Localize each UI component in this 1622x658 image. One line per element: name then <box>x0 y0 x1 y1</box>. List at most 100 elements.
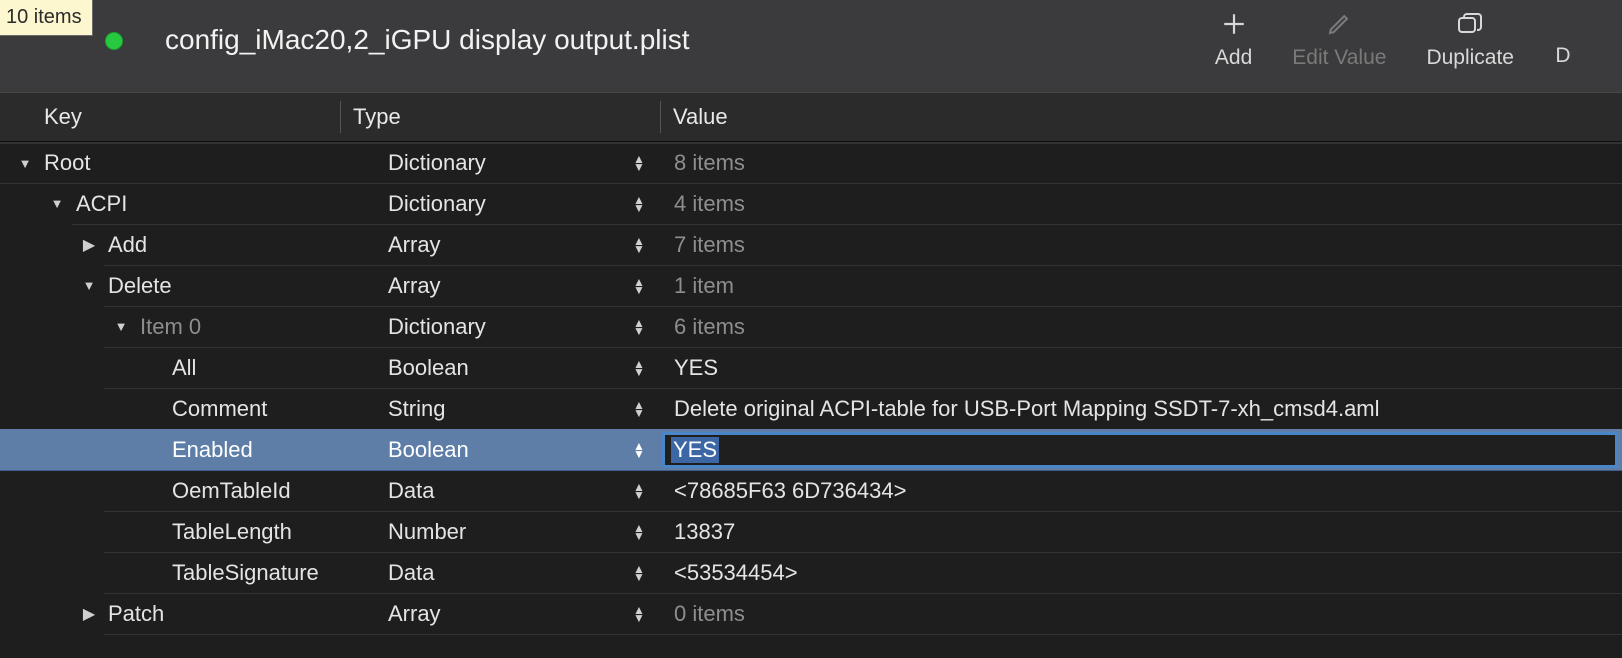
type-stepper[interactable]: ▲▼ <box>618 196 660 212</box>
type-stepper[interactable]: ▲▼ <box>618 565 660 581</box>
type-stepper[interactable]: ▲▼ <box>618 442 660 458</box>
tree-row[interactable]: ▼ Item 0 Dictionary ▲▼ 6 items <box>0 306 1622 347</box>
type-cell[interactable]: Dictionary <box>340 150 618 176</box>
value-cell[interactable]: 4 items <box>660 191 1622 217</box>
type-cell[interactable]: Data <box>340 478 618 504</box>
type-cell[interactable]: Number <box>340 519 618 545</box>
chevron-right-icon[interactable]: ▶ <box>80 604 98 624</box>
key-cell[interactable]: OemTableId <box>0 478 340 504</box>
value-cell[interactable]: Delete original ACPI-table for USB-Port … <box>660 396 1622 422</box>
add-button[interactable]: Add <box>1215 8 1252 70</box>
column-headers: Key Type Value <box>0 92 1622 142</box>
key-cell[interactable]: Enabled <box>0 437 340 463</box>
type-cell[interactable]: String <box>340 396 618 422</box>
key-cell[interactable]: TableSignature <box>0 560 340 586</box>
value-cell[interactable]: <78685F63 6D736434> <box>660 478 1622 504</box>
chevron-down-icon[interactable]: ▼ <box>80 278 98 293</box>
plus-icon <box>1221 8 1247 40</box>
key-label: Item 0 <box>140 314 201 340</box>
key-cell[interactable]: ▼ACPI <box>0 191 340 217</box>
key-cell[interactable]: Comment <box>0 396 340 422</box>
key-cell[interactable]: ▶Add <box>0 232 340 258</box>
key-label: Enabled <box>172 437 253 463</box>
key-cell[interactable]: ▼ Root <box>0 150 340 176</box>
value-edit-field[interactable]: YES <box>662 432 1618 468</box>
chevron-right-icon[interactable]: ▶ <box>80 235 98 255</box>
tree-row[interactable]: AllBoolean▲▼YES <box>0 347 1622 388</box>
duplicate-button[interactable]: Duplicate <box>1426 8 1514 70</box>
key-cell[interactable]: ▶Patch <box>0 601 340 627</box>
tree-row[interactable]: ▼ACPIDictionary ▲▼ 4 items <box>0 183 1622 224</box>
value-cell[interactable]: 7 items <box>660 232 1622 258</box>
type-cell[interactable]: Data <box>340 560 618 586</box>
stepper-icon: ▲▼ <box>633 196 645 212</box>
key-label: Comment <box>172 396 267 422</box>
toolbar-partial-button[interactable]: D <box>1554 8 1572 68</box>
type-stepper[interactable]: ▲▼ <box>618 360 660 376</box>
value-cell[interactable]: YES <box>660 430 1622 470</box>
stepper-icon: ▲▼ <box>633 319 645 335</box>
type-stepper[interactable]: ▲▼ <box>618 483 660 499</box>
stepper-icon: ▲▼ <box>633 565 645 581</box>
stepper-icon: ▲▼ <box>633 606 645 622</box>
edit-value-button[interactable]: Edit Value <box>1292 8 1386 70</box>
type-stepper[interactable]: ▲▼ <box>618 278 660 294</box>
traffic-light-green-icon[interactable] <box>105 32 123 50</box>
tree-row[interactable]: ▶AddArray ▲▼ 7 items <box>0 224 1622 265</box>
type-stepper[interactable]: ▲▼ <box>618 524 660 540</box>
plist-tree[interactable]: ▼RootDictionary▲▼8 items▼ACPIDictionary▲… <box>0 142 1622 634</box>
stepper-icon: ▲▼ <box>633 401 645 417</box>
type-cell[interactable]: Array <box>340 232 618 258</box>
type-stepper[interactable]: ▲▼ <box>618 237 660 253</box>
key-cell[interactable]: All <box>0 355 340 381</box>
type-stepper[interactable]: ▲▼ <box>618 155 660 171</box>
value-cell[interactable]: 1 item <box>660 273 1622 299</box>
chevron-down-icon[interactable]: ▼ <box>48 196 66 211</box>
type-stepper[interactable]: ▲▼ <box>618 401 660 417</box>
value-cell[interactable]: YES <box>660 355 1622 381</box>
key-label: TableLength <box>172 519 292 545</box>
chevron-down-icon[interactable]: ▼ <box>16 156 34 171</box>
column-header-type[interactable]: Type <box>340 101 660 133</box>
duplicate-label: Duplicate <box>1426 46 1514 70</box>
titlebar: 10 items config_iMac20,2_iGPU display ou… <box>0 0 1622 92</box>
stepper-icon: ▲▼ <box>633 524 645 540</box>
key-label: Root <box>44 150 90 176</box>
type-stepper[interactable]: ▲▼ <box>618 319 660 335</box>
value-cell[interactable]: 8 items <box>660 150 1622 176</box>
tree-row[interactable]: Enabled Boolean ▲▼ YES <box>0 429 1622 470</box>
value-cell[interactable]: 13837 <box>660 519 1622 545</box>
edit-value-label: Edit Value <box>1292 46 1386 70</box>
type-cell[interactable]: Boolean <box>340 355 618 381</box>
type-cell[interactable]: Array <box>340 273 618 299</box>
key-cell[interactable]: ▼ Item 0 <box>0 314 340 340</box>
value-cell[interactable]: <53534454> <box>660 560 1622 586</box>
tree-row[interactable]: TableLength Number ▲▼ 13837 <box>0 511 1622 552</box>
key-cell[interactable]: ▼Delete <box>0 273 340 299</box>
stepper-icon: ▲▼ <box>633 278 645 294</box>
stepper-icon: ▲▼ <box>633 237 645 253</box>
type-cell[interactable]: Boolean <box>340 437 618 463</box>
type-cell[interactable]: Array <box>340 601 618 627</box>
tree-row[interactable]: ▶PatchArray ▲▼ 0 items <box>0 593 1622 634</box>
value-cell[interactable]: 0 items <box>660 601 1622 627</box>
column-header-key[interactable]: Key <box>0 104 340 130</box>
key-cell[interactable]: TableLength <box>0 519 340 545</box>
partial-icon <box>1554 8 1572 38</box>
stepper-icon: ▲▼ <box>633 155 645 171</box>
tree-row[interactable]: Comment String ▲▼ Delete original ACPI-tabl… <box>0 388 1622 429</box>
tree-row[interactable]: ▼DeleteArray ▲▼ 1 item <box>0 265 1622 306</box>
stepper-icon: ▲▼ <box>633 442 645 458</box>
type-cell[interactable]: Dictionary <box>340 314 618 340</box>
value-text: YES <box>671 437 719 463</box>
type-cell[interactable]: Dictionary <box>340 191 618 217</box>
chevron-down-icon[interactable]: ▼ <box>112 319 130 334</box>
value-cell[interactable]: 6 items <box>660 314 1622 340</box>
pencil-icon <box>1327 8 1351 40</box>
tree-row[interactable]: OemTableIdData▲▼<78685F63 6D736434> <box>0 470 1622 511</box>
column-header-value[interactable]: Value <box>660 101 1622 133</box>
tree-row[interactable]: TableSignatureData ▲▼ <53534454> <box>0 552 1622 593</box>
type-stepper[interactable]: ▲▼ <box>618 606 660 622</box>
items-tooltip: 10 items <box>0 0 93 36</box>
tree-row[interactable]: ▼ Root Dictionary ▲▼ 8 items <box>0 142 1622 183</box>
